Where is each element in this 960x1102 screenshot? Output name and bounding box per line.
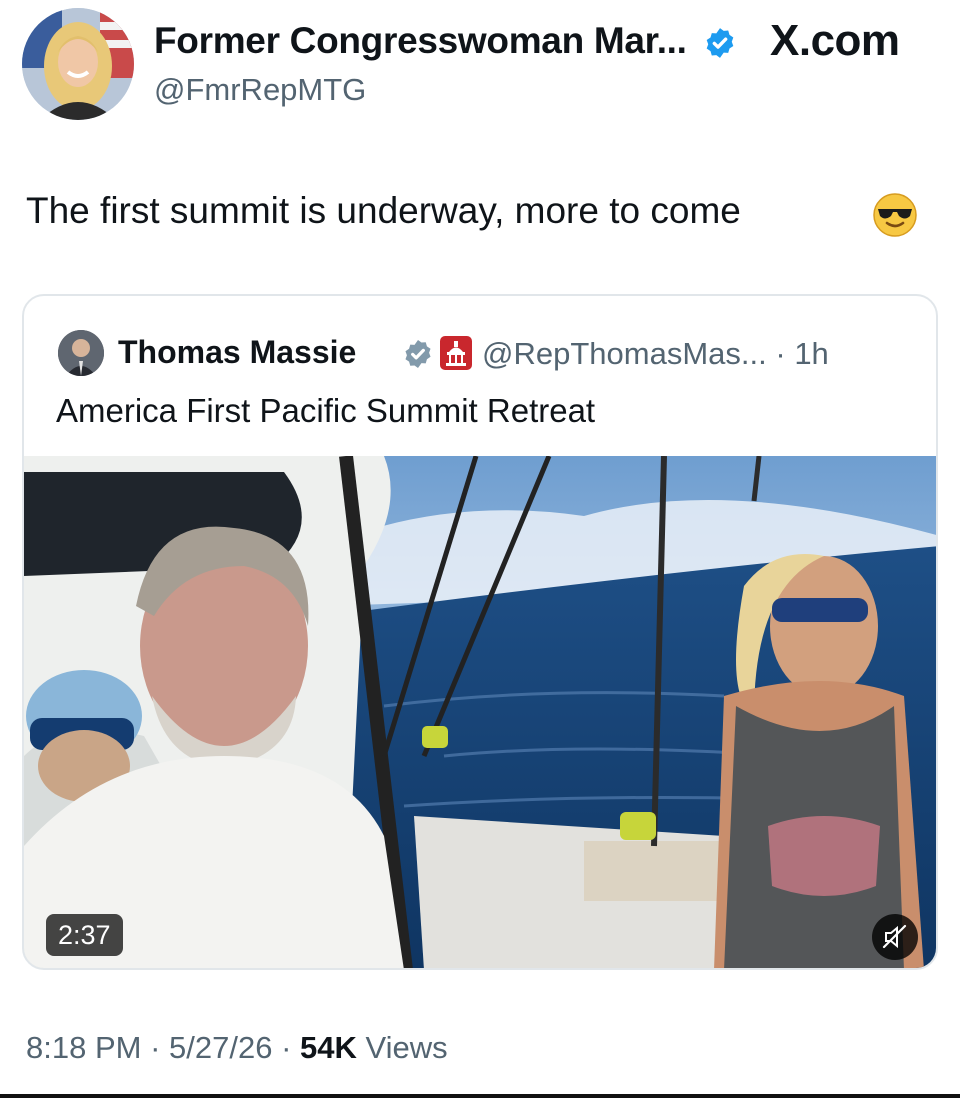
quoted-author-avatar[interactable]	[58, 330, 104, 376]
views-count: 54K	[300, 1030, 357, 1065]
post-text: The first summit is underway, more to co…	[26, 190, 741, 231]
video-player[interactable]: 2:37	[24, 456, 936, 968]
verified-badge-icon	[706, 28, 734, 58]
bottom-divider	[0, 1094, 960, 1098]
sunglasses-emoji-icon	[873, 193, 917, 237]
quoted-handle: @RepThomasMas...	[482, 336, 767, 371]
speaker-muted-icon	[882, 924, 907, 949]
mute-toggle-button[interactable]	[872, 914, 918, 960]
meta-separator-2: ·	[281, 1030, 292, 1065]
quoted-author-handle-and-age[interactable]: @RepThomasMas... · 1h	[482, 336, 829, 372]
post-date[interactable]: 5/27/26	[169, 1030, 272, 1065]
source-site-label: X.com	[770, 16, 900, 65]
capitol-badge-icon	[440, 336, 472, 370]
post-header: Former Congresswoman Mar... @FmrRepMTG X…	[0, 0, 960, 140]
quoted-verified-badge-icon	[405, 340, 431, 368]
author-display-name[interactable]: Former Congresswoman Mar...	[154, 20, 687, 62]
quoted-age: 1h	[794, 336, 829, 371]
quoted-post-text: America First Pacific Summit Retreat	[56, 392, 596, 429]
quoted-separator: ·	[775, 336, 786, 371]
avatar-photo	[22, 8, 134, 120]
author-avatar[interactable]	[22, 8, 134, 120]
video-duration-badge: 2:37	[46, 914, 123, 956]
quoted-avatar-photo	[58, 330, 104, 376]
meta-separator: ·	[150, 1030, 161, 1065]
views-label: Views	[365, 1030, 448, 1065]
quoted-author-name[interactable]: Thomas Massie	[118, 334, 356, 371]
post-time[interactable]: 8:18 PM	[26, 1030, 141, 1065]
author-handle[interactable]: @FmrRepMTG	[154, 72, 366, 108]
post-metadata: 8:18 PM · 5/27/26 · 54K Views	[26, 1030, 448, 1066]
quoted-post-card[interactable]: Thomas Massie @RepThomasMas... · 1h Amer…	[22, 294, 938, 970]
video-frame	[24, 456, 936, 968]
